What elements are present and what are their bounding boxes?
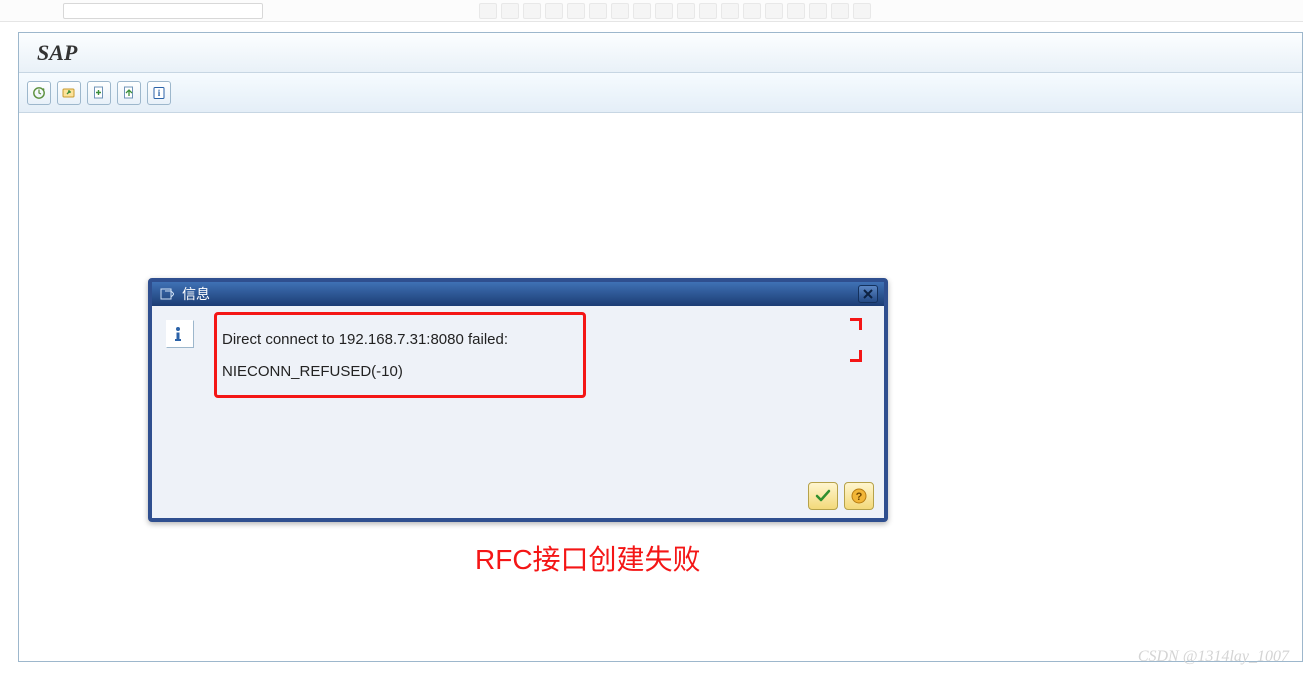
- info-badge-icon: [166, 320, 194, 348]
- dialog-message-line2: NIECONN_REFUSED(-10): [222, 356, 508, 388]
- toolbar-faded-icon: [567, 3, 585, 19]
- app-title: SAP: [37, 40, 77, 66]
- app-toolbar: i: [19, 73, 1302, 113]
- dialog-message-line1: Direct connect to 192.168.7.31:8080 fail…: [222, 324, 508, 356]
- toolbar-faded-icon: [787, 3, 805, 19]
- toolbar-faded-icon: [655, 3, 673, 19]
- dialog-title-text: 信息: [182, 284, 858, 304]
- system-menubar: [0, 0, 1303, 22]
- dialog-body: Direct connect to 192.168.7.31:8080 fail…: [152, 306, 884, 518]
- svg-text:?: ?: [856, 491, 863, 503]
- dialog-titlebar[interactable]: 信息: [152, 282, 884, 306]
- title-bar: SAP: [19, 33, 1302, 73]
- info-icon[interactable]: i: [147, 81, 171, 105]
- annotation-caption: RFC接口创建失败: [475, 538, 701, 578]
- ok-button[interactable]: [808, 482, 838, 510]
- toolbar-faded-icon: [721, 3, 739, 19]
- toolbar-faded-icon: [699, 3, 717, 19]
- dialog-message: Direct connect to 192.168.7.31:8080 fail…: [222, 324, 508, 387]
- toolbar-faded-icon: [501, 3, 519, 19]
- annotation-corner-icon: [844, 318, 862, 336]
- command-field[interactable]: [63, 3, 263, 19]
- toolbar-faded-icon: [677, 3, 695, 19]
- dialog-footer: ?: [808, 482, 874, 510]
- toolbar-faded-icon: [765, 3, 783, 19]
- close-icon[interactable]: [858, 285, 878, 303]
- toolbar-faded-icon: [589, 3, 607, 19]
- clock-refresh-icon[interactable]: [27, 81, 51, 105]
- toolbar-faded-icon: [545, 3, 563, 19]
- toolbar-faded-icon: [633, 3, 651, 19]
- toolbar-faded-icon: [611, 3, 629, 19]
- doc-arrow-icon[interactable]: [117, 81, 141, 105]
- toolbar-faded-icon: [831, 3, 849, 19]
- annotation-corner-icon: [844, 344, 862, 362]
- toolbar-faded-icon: [809, 3, 827, 19]
- info-dialog: 信息 Direct connect to 192.168.7.31:8080 f…: [148, 278, 888, 522]
- toolbar-faded-icon: [853, 3, 871, 19]
- toolbar-faded-icon: [523, 3, 541, 19]
- dialog-title-icon: [158, 285, 176, 303]
- folder-arrow-icon[interactable]: [57, 81, 81, 105]
- help-button[interactable]: ?: [844, 482, 874, 510]
- doc-plus-icon[interactable]: [87, 81, 111, 105]
- toolbar-faded-icon: [743, 3, 761, 19]
- toolbar-faded-icon: [479, 3, 497, 19]
- watermark-text: CSDN @1314lay_1007: [1138, 648, 1289, 666]
